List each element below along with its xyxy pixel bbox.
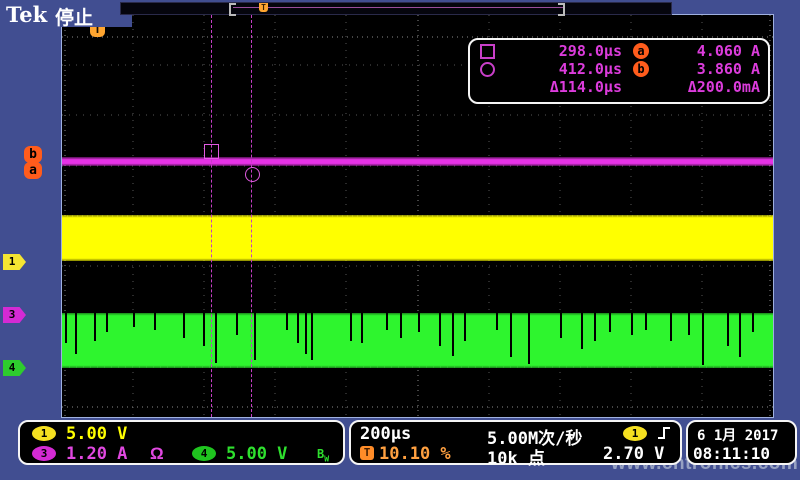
ch4-scale: 5.00 V <box>226 444 287 464</box>
ch4-dropout-spike <box>645 313 647 330</box>
cursor-b-badge: b <box>24 146 42 163</box>
channel-readout-panel[interactable]: 1 5.00 V 3 1.20 A Ω 4 5.00 V BW <box>18 420 345 465</box>
ch4-dropout-spike <box>75 313 77 354</box>
ch4-trace <box>62 313 773 368</box>
ch4-dropout-spike <box>464 313 466 341</box>
ch4-dropout-spike <box>311 313 313 360</box>
ch4-dropout-spike <box>386 313 388 330</box>
ch4-dropout-spike <box>215 313 217 363</box>
ch4-dropout-spike <box>400 313 402 338</box>
ch1-trace <box>62 215 773 261</box>
ch4-dropout-spike <box>254 313 256 360</box>
tek-logo: Tek <box>6 2 47 27</box>
cursor-delta-time: Δ114.0µs <box>504 78 622 96</box>
cursor-a-square-icon[interactable] <box>204 144 219 159</box>
trigger-position-badge: T <box>360 446 374 460</box>
ch1-position-marker[interactable]: 1 <box>3 254 26 270</box>
ch4-dropout-spike <box>752 313 754 332</box>
oscilloscope-screen: Tek 停止 T <box>0 0 800 480</box>
cursor-a-badge: a <box>633 43 649 59</box>
ch4-dropout-spike <box>133 313 135 327</box>
ch4-dropout-spike <box>510 313 512 357</box>
window-bracket-left-icon[interactable] <box>229 3 236 16</box>
ch4-dropout-spike <box>305 313 307 354</box>
cursor-b-time: 412.0µs <box>504 60 622 78</box>
ch4-dropout-spike <box>609 313 611 332</box>
ch4-dropout-spike <box>452 313 454 356</box>
ch3-badge: 3 <box>32 446 56 461</box>
ch4-dropout-spike <box>183 313 185 338</box>
record-length-value: 10k 点 <box>487 444 545 469</box>
ch4-dropout-spike <box>154 313 156 330</box>
ch4-dropout-spike <box>560 313 562 338</box>
ch4-dropout-spike <box>631 313 633 335</box>
cursor-b-value: 3.860 A <box>660 60 760 78</box>
cursor-b-circle-icon[interactable] <box>245 167 260 182</box>
window-bracket-right-icon[interactable] <box>558 3 565 16</box>
ch4-dropout-spike <box>65 313 67 343</box>
cursor-delta-value: Δ200.0mA <box>660 78 760 96</box>
cursor-b-circle-icon <box>480 62 495 77</box>
ch4-dropout-spike <box>496 313 498 330</box>
ch3-trace <box>62 157 773 166</box>
ch4-dropout-spike <box>594 313 596 341</box>
ch1-scale: 5.00 V <box>66 424 127 444</box>
ch4-dropout-spike <box>106 313 108 332</box>
ch4-position-marker[interactable]: 4 <box>3 360 26 376</box>
ch4-dropout-spike <box>297 313 299 343</box>
ch4-dropout-spike <box>94 313 96 341</box>
cursor-readout-panel: 298.0µs a 4.060 A 412.0µs b 3.860 A Δ114… <box>468 38 770 104</box>
ch4-dropout-spike <box>203 313 205 346</box>
ch4-dropout-spike <box>702 313 704 365</box>
ch4-dropout-spike <box>361 313 363 343</box>
ch3-impedance: Ω <box>150 444 164 464</box>
record-trigger-icon: T <box>259 3 268 12</box>
ch4-dropout-spike <box>528 313 530 364</box>
cursor-a-square-icon <box>480 44 495 59</box>
ch4-dropout-spike <box>286 313 288 330</box>
cursor-b-line[interactable] <box>251 15 252 417</box>
ch4-dropout-spike <box>739 313 741 357</box>
record-view-bar[interactable]: T <box>120 2 672 15</box>
timebase-value: 200µs <box>360 424 411 444</box>
cursor-a-time: 298.0µs <box>504 42 622 60</box>
acquisition-status: 停止 <box>55 3 93 30</box>
ch4-dropout-spike <box>688 313 690 335</box>
ch4-dropout-spike <box>670 313 672 341</box>
ch4-bandwidth-limit-icon: BW <box>317 447 329 463</box>
cursor-b-badge: b <box>633 61 649 77</box>
ch4-badge: 4 <box>192 446 216 461</box>
ch4-dropout-spike <box>418 313 420 332</box>
ch3-position-marker[interactable]: 3 <box>3 307 26 323</box>
datetime-panel: 6 1月 2017 08:11:10 <box>686 420 797 465</box>
horizontal-trigger-panel[interactable]: 200µs 5.00M次/秒 1 T 10.10 % 10k 点 2.70 V <box>349 420 682 465</box>
ch4-dropout-spike <box>439 313 441 346</box>
rising-edge-slope-icon <box>657 425 672 441</box>
trigger-level-value: 2.70 V <box>603 444 664 464</box>
ch4-dropout-spike <box>236 313 238 335</box>
ch3-scale: 1.20 A <box>66 444 127 464</box>
cursor-a-value: 4.060 A <box>660 42 760 60</box>
trigger-source-badge: 1 <box>623 426 647 441</box>
cursor-a-badge: a <box>24 162 42 179</box>
record-waveform-line <box>233 7 563 8</box>
ch1-badge: 1 <box>32 426 56 441</box>
cursor-a-line[interactable] <box>211 15 212 417</box>
date-value: 6 1月 2017 <box>697 425 778 445</box>
ch4-dropout-spike <box>581 313 583 349</box>
time-value: 08:11:10 <box>693 444 770 463</box>
trigger-position-value: 10.10 % <box>379 444 451 464</box>
ch4-dropout-spike <box>727 313 729 346</box>
ch4-dropout-spike <box>350 313 352 341</box>
